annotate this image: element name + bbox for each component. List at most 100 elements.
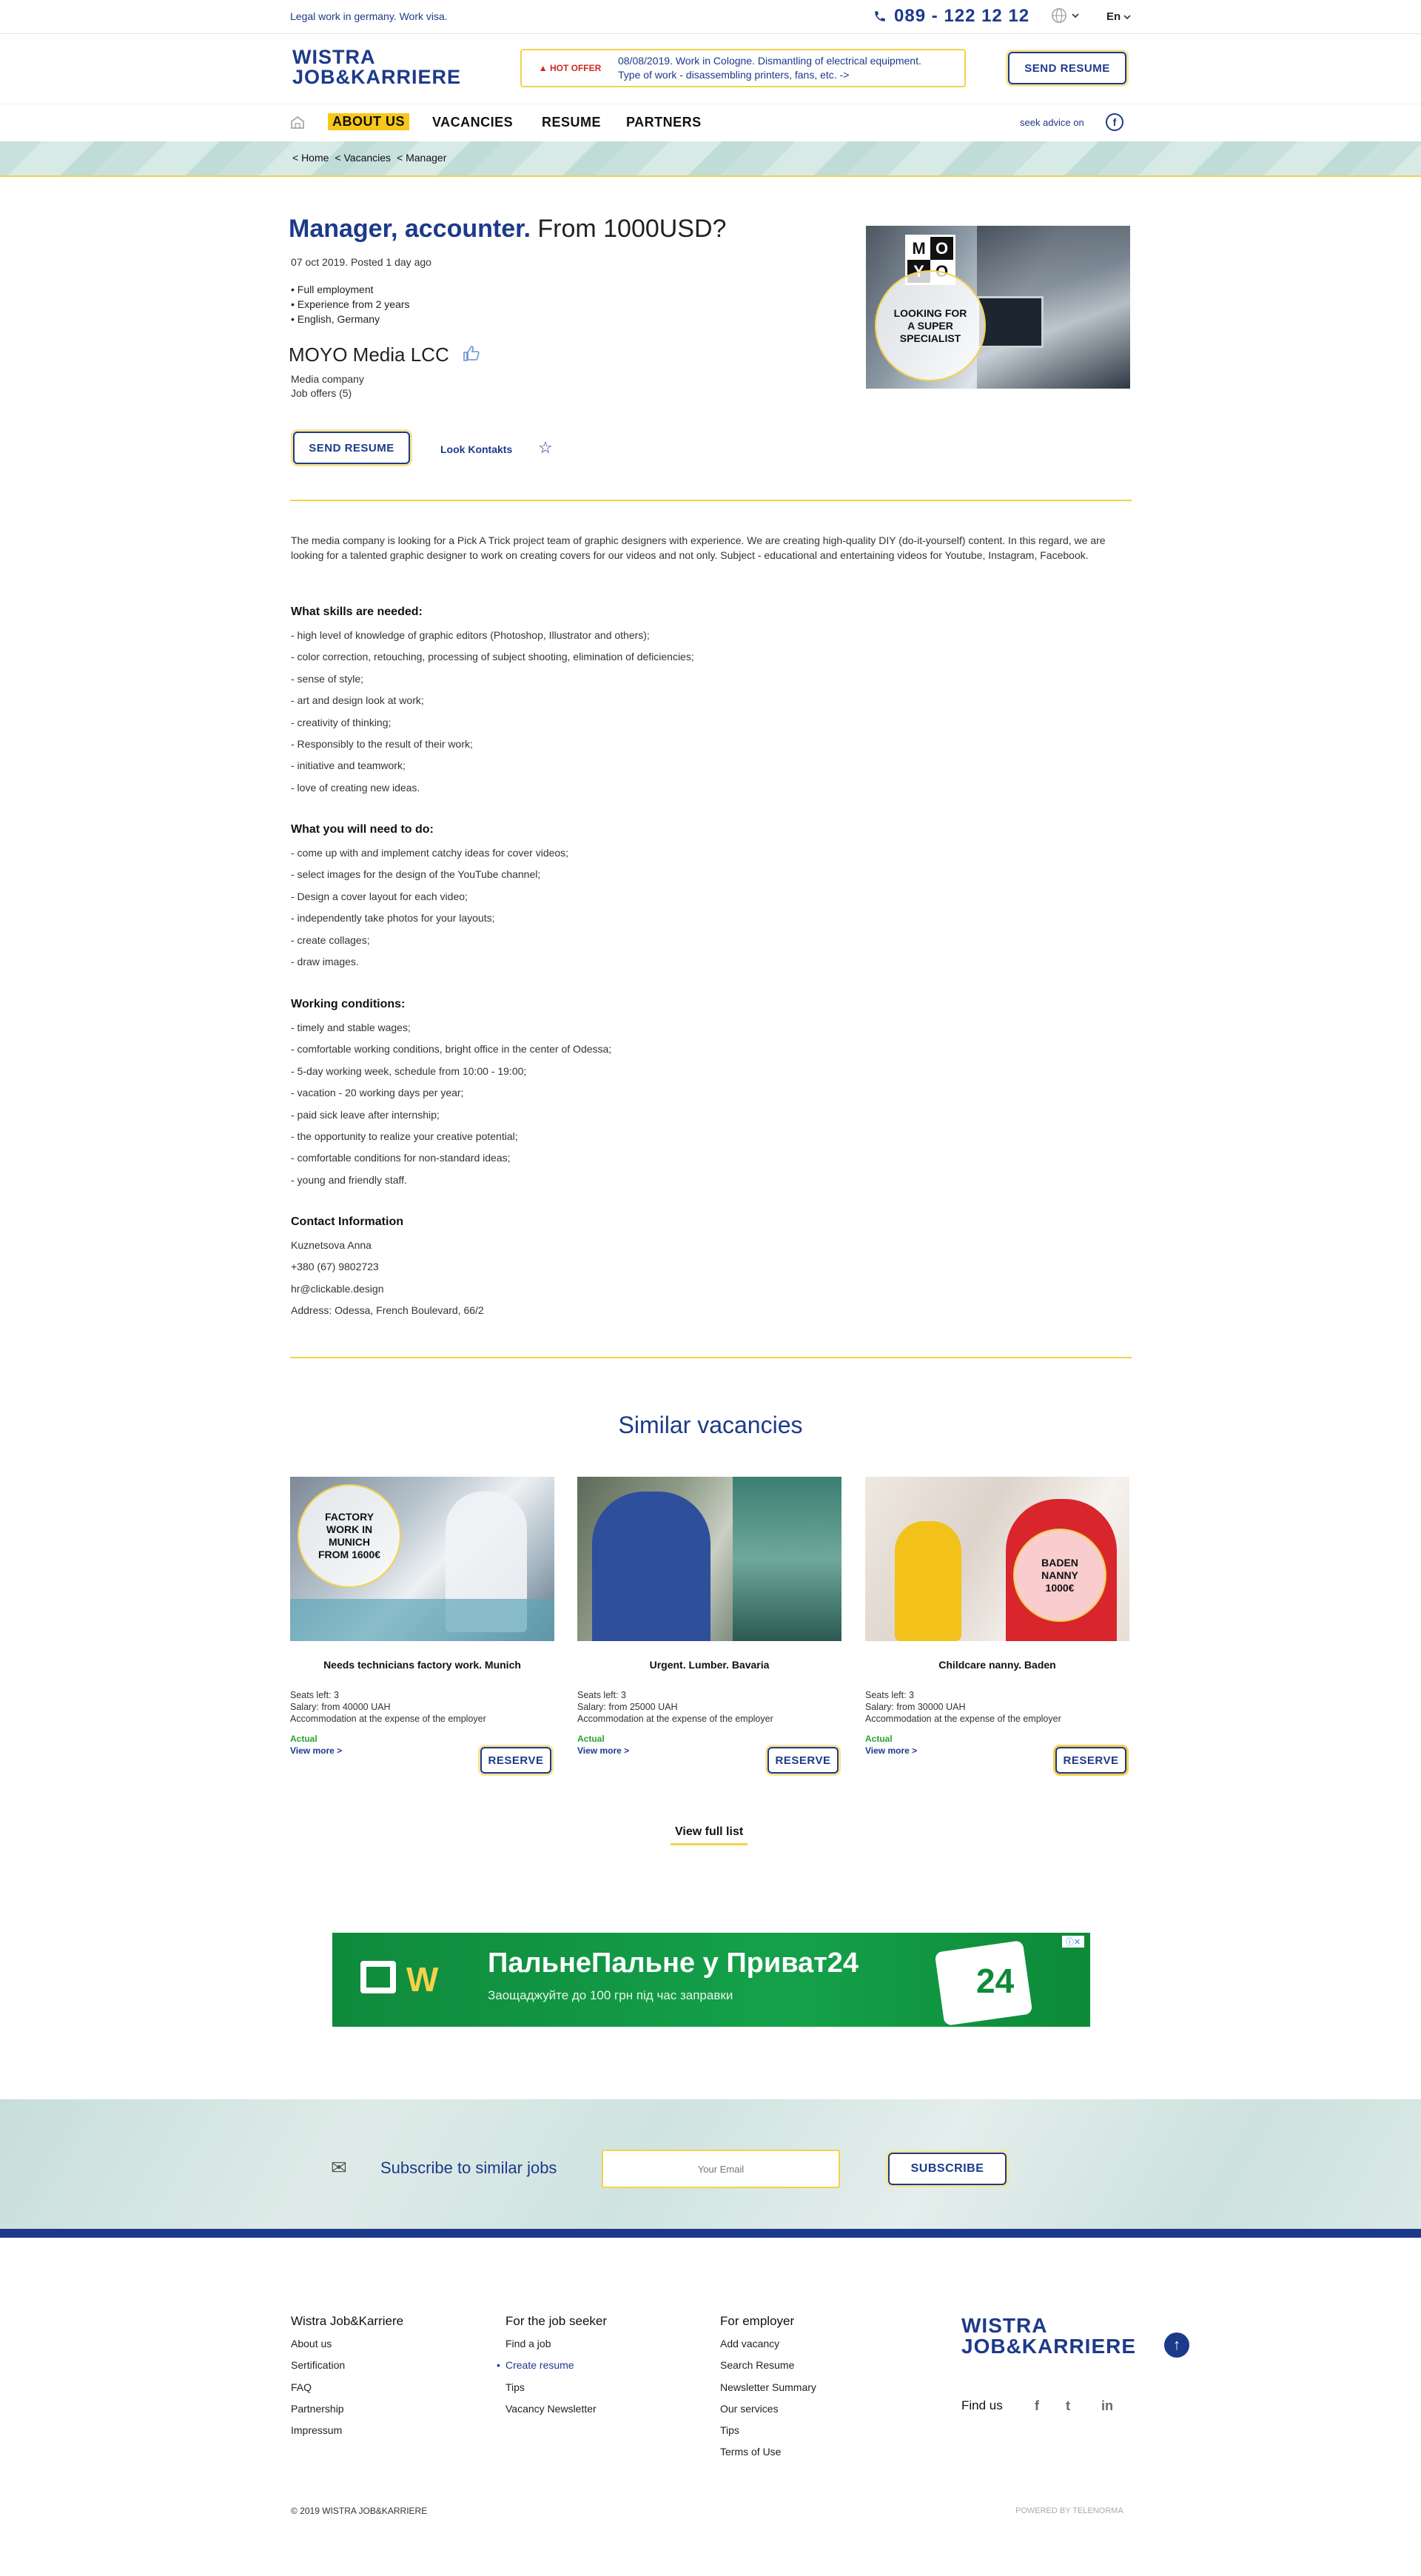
feature-item: Experience from 2 years (291, 297, 410, 312)
accommodation: Accommodation at the expense of the empl… (577, 1714, 773, 1724)
facebook-icon[interactable]: f (1106, 113, 1123, 131)
email-field[interactable] (602, 2150, 840, 2188)
footer-link[interactable]: Find a job (505, 2333, 607, 2355)
skill-item: - art and design look at work; (291, 694, 424, 707)
feature-item: Full employment (291, 282, 410, 297)
footer-link[interactable]: Terms of Use (720, 2441, 816, 2463)
footer-link[interactable]: FAQ (291, 2377, 403, 2398)
image-badge: LOOKING FOR A SUPER SPECIALIST (875, 270, 986, 381)
language-select[interactable]: En (1106, 10, 1131, 23)
salary: Salary: from 30000 UAH (865, 1702, 966, 1712)
machine-shape (733, 1477, 841, 1641)
footer-link[interactable]: Search Resume (720, 2355, 816, 2376)
footer-link-active[interactable]: Create resume (497, 2355, 607, 2377)
skill-item: - high level of knowledge of graphic edi… (291, 629, 650, 641)
phone-number[interactable]: 089 - 122 12 12 (873, 6, 1029, 27)
footer-logo[interactable]: WISTRA JOB&KARRIERE (961, 2315, 1136, 2357)
vacancy-card[interactable]: BADEN NANNY 1000€ Childcare nanny. Baden… (865, 1477, 1129, 1774)
status-badge: Actual (290, 1734, 318, 1744)
footer-col-title: Wistra Job&Karriere (291, 2314, 404, 2328)
send-resume-button[interactable]: SEND RESUME (1008, 52, 1126, 84)
breadcrumb-vacancies[interactable]: < Vacancies (335, 152, 391, 164)
footer-link[interactable]: Add vacancy (720, 2333, 816, 2355)
home-icon[interactable] (290, 115, 305, 133)
accommodation: Accommodation at the expense of the empl… (865, 1714, 1061, 1724)
footer-col-employer: For employer Add vacancy Search Resume N… (720, 2314, 816, 2463)
thumbs-up-icon[interactable] (463, 343, 480, 366)
job-offers-link[interactable]: Job offers (5) (291, 387, 352, 399)
todo-item: - select images for the design of the Yo… (291, 868, 541, 881)
logo-letter: O (930, 237, 953, 260)
child-shape (895, 1521, 961, 1641)
footer-link[interactable]: About us (291, 2333, 403, 2355)
nav-vacancies[interactable]: VACANCIES (432, 115, 513, 130)
vacancy-card[interactable]: Urgent. Lumber. Bavaria Seats left: 3 Sa… (577, 1477, 841, 1774)
facebook-icon[interactable]: f (1035, 2398, 1039, 2414)
hot-offer-banner[interactable]: ▲ HOT OFFER 08/08/2019. Work in Cologne.… (520, 49, 966, 87)
send-resume-button-2[interactable]: SEND RESUME (293, 432, 410, 464)
reserve-button[interactable]: RESERVE (480, 1747, 551, 1774)
calendar-number: 24 (976, 1962, 1015, 2000)
footer-link[interactable]: Sertification (291, 2355, 403, 2376)
site-logo[interactable]: WISTRA JOB&KARRIERE (292, 47, 461, 87)
section-conditions: Working conditions: - timely and stable … (291, 998, 883, 1191)
ad-close-icon[interactable]: ⓘ✕ (1062, 1936, 1084, 1948)
condition-item: - the opportunity to realize your creati… (291, 1130, 518, 1143)
reserve-button[interactable]: RESERVE (1055, 1747, 1126, 1774)
logo-line-2: JOB&KARRIERE (961, 2335, 1137, 2358)
breadcrumb: < Home < Vacancies < Manager (292, 152, 446, 164)
nav-about-us[interactable]: ABOUT US (328, 113, 409, 130)
logo-letter: M (907, 237, 930, 260)
scroll-top-icon[interactable]: ↑ (1164, 2332, 1189, 2358)
contact-phone[interactable]: +380 (67) 9802723 (291, 1256, 883, 1278)
linkedin-icon[interactable]: in (1101, 2398, 1113, 2414)
footer-link[interactable]: Partnership (291, 2398, 403, 2420)
vacancy-badge: BADEN NANNY 1000€ (1013, 1529, 1106, 1622)
advertisement-banner[interactable]: W ПальнеПальне у Приват24 Заощаджуйте до… (332, 1933, 1090, 2027)
contact-email[interactable]: hr@clickable.design (291, 1278, 883, 1300)
footer-divider-bar (0, 2229, 1421, 2238)
posted-date: 07 oct 2019. Posted 1 day ago (291, 256, 431, 268)
footer-link[interactable]: Vacancy Newsletter (505, 2398, 607, 2420)
star-icon[interactable]: ☆ (538, 438, 553, 457)
legal-work-text: Legal work in germany. Work visa. (290, 10, 448, 22)
footer-link[interactable]: Tips (505, 2377, 607, 2398)
reserve-button[interactable]: RESERVE (767, 1747, 839, 1774)
vacancy-card[interactable]: FACTORY WORK IN MUNICH FROM 1600€ Needs … (290, 1477, 554, 1774)
breadcrumb-home[interactable]: < Home (292, 152, 329, 164)
twitter-icon[interactable]: t (1066, 2398, 1070, 2414)
seats-left: Seats left: 3 (577, 1690, 627, 1700)
view-more-link[interactable]: View more > (865, 1745, 917, 1756)
vacancy-title[interactable]: Childcare nanny. Baden (865, 1659, 1129, 1671)
vacancy-title[interactable]: Needs technicians factory work. Munich (290, 1659, 554, 1671)
job-features: Full employment Experience from 2 years … (291, 282, 410, 326)
language-label: En (1106, 10, 1121, 23)
footer-link[interactable]: Impressum (291, 2420, 403, 2441)
nav-resume[interactable]: RESUME (542, 115, 601, 130)
breadcrumb-manager[interactable]: < Manager (397, 152, 446, 164)
divider-bottom (290, 1357, 1132, 1358)
hot-offer-label-text: HOT OFFER (549, 63, 602, 73)
feature-item: English, Germany (291, 312, 410, 326)
contact-address: Address: Odessa, French Boulevard, 66/2 (291, 1304, 484, 1317)
footer-col-title: For employer (720, 2314, 795, 2328)
view-full-list-link[interactable]: View full list (671, 1825, 748, 1845)
vacancy-title[interactable]: Urgent. Lumber. Bavaria (577, 1659, 841, 1671)
footer-col-title: For the job seeker (505, 2314, 608, 2328)
condition-item: - 5-day working week, schedule from 10:0… (291, 1064, 527, 1077)
region-select[interactable] (1051, 7, 1079, 24)
footer-link[interactable]: Newsletter Summary (720, 2377, 816, 2398)
view-more-link[interactable]: View more > (290, 1745, 342, 1756)
footer-link[interactable]: Tips (720, 2420, 816, 2441)
powered-by[interactable]: POWERED BY TELENORMA (1015, 2506, 1123, 2515)
footer-link[interactable]: Our services (720, 2398, 816, 2420)
job-title-rest: From 1000USD? (530, 215, 727, 243)
find-us-label: Find us (961, 2398, 1003, 2412)
company-type: Media company (291, 373, 364, 385)
flame-icon: ▲ (538, 63, 548, 73)
look-contacts-link[interactable]: Look Kontakts (440, 443, 512, 455)
company-name: MOYO Media LCC (289, 343, 449, 366)
nav-partners[interactable]: PARTNERS (626, 115, 702, 130)
subscribe-button[interactable]: SUBSCRIBE (888, 2153, 1007, 2185)
view-more-link[interactable]: View more > (577, 1745, 629, 1756)
